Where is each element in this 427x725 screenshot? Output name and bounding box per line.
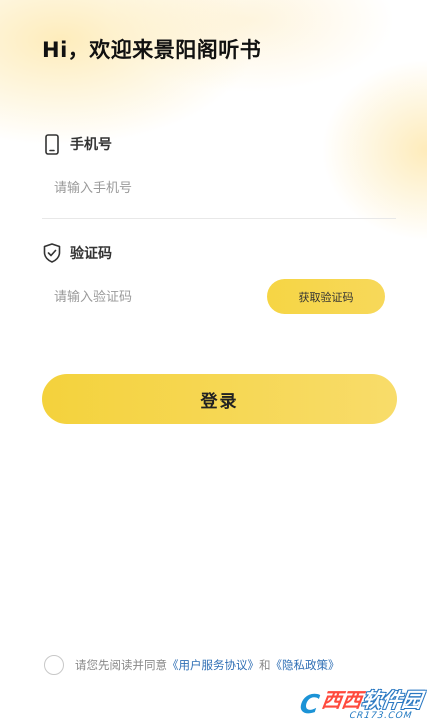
shield-check-icon (42, 242, 62, 264)
phone-label-row: 手机号 (42, 133, 112, 155)
watermark-main-left: 西西 (320, 688, 364, 712)
phone-input[interactable] (54, 176, 254, 200)
get-code-button[interactable]: 获取验证码 (267, 279, 385, 314)
login-page: Hi，欢迎来景阳阁听书 手机号 验证码 获取验证码 登录 请您先阅读并同意 《用… (0, 0, 427, 725)
agreement-row: 请您先阅读并同意 《用户服务协议》 和 《隐私政策》 (44, 655, 340, 675)
code-label: 验证码 (70, 246, 112, 262)
watermark-main: 西西软件园 (320, 688, 424, 712)
watermark-main-right: 软件园 (360, 688, 424, 712)
login-button[interactable]: 登录 (42, 374, 397, 424)
watermark-mark-icon: C (297, 690, 322, 720)
code-label-row: 验证码 (42, 242, 112, 264)
watermark-text: 西西软件园 CR173.COM (319, 688, 424, 721)
phone-label: 手机号 (70, 137, 112, 153)
field-divider (42, 218, 396, 219)
user-agreement-link[interactable]: 《用户服务协议》 (167, 657, 259, 673)
welcome-title: Hi，欢迎来景阳阁听书 (42, 38, 262, 62)
watermark-logo: C 西西软件园 CR173.COM (297, 688, 424, 721)
agreement-conjunction: 和 (259, 658, 271, 672)
code-input[interactable] (54, 285, 244, 309)
privacy-policy-link[interactable]: 《隐私政策》 (271, 657, 340, 673)
agree-checkbox[interactable] (44, 655, 64, 675)
agreement-prefix: 请您先阅读并同意 (75, 658, 167, 672)
phone-icon (42, 133, 62, 155)
watermark-sub: CR173.COM (348, 711, 413, 721)
